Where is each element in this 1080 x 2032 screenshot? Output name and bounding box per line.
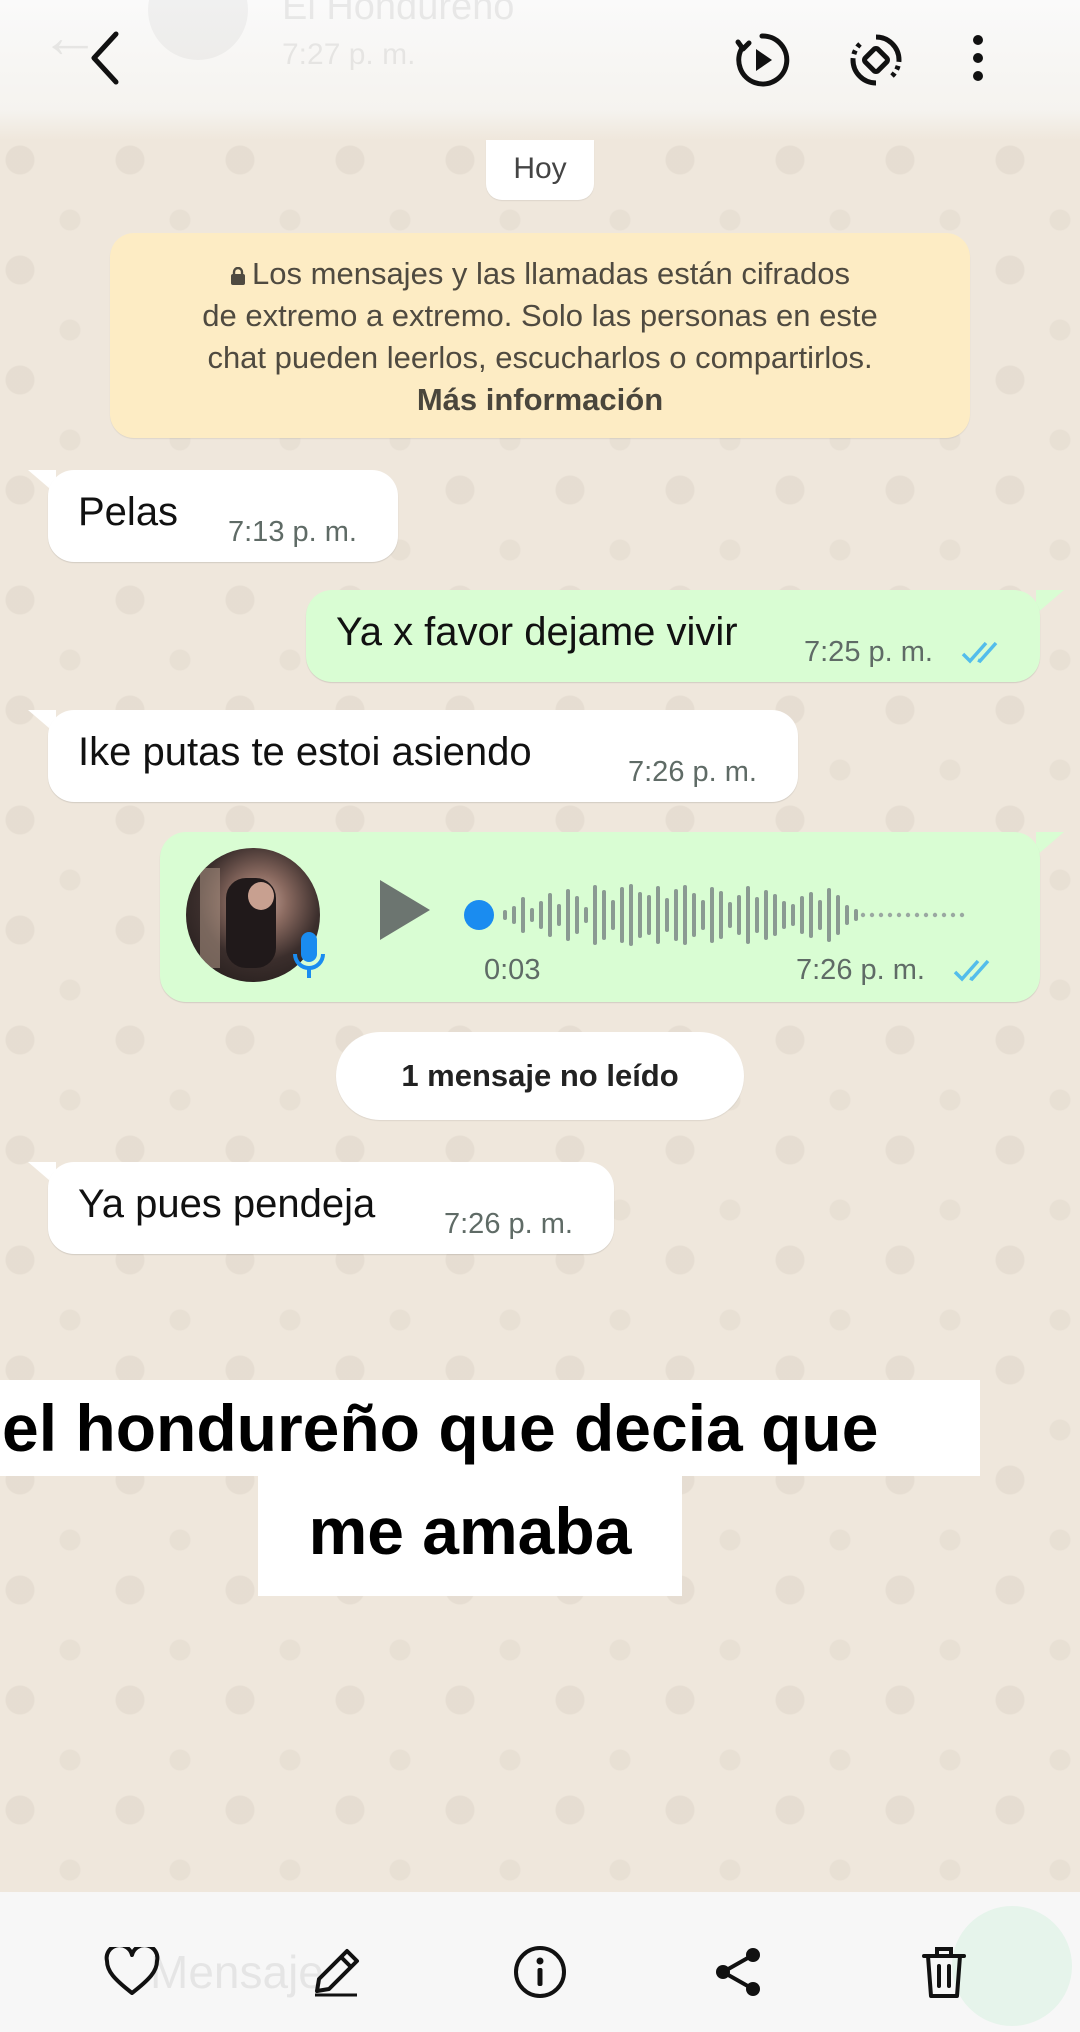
waveform-bar: [620, 887, 624, 943]
date-chip: Hoy: [486, 140, 594, 200]
info-icon[interactable]: [508, 1940, 572, 2004]
message-time: 7:25 p. m.: [804, 636, 933, 668]
waveform-bar: [584, 907, 588, 923]
caption-line-2: me amaba: [258, 1476, 682, 1596]
message-text: Ike putas te estoi asiendo: [78, 730, 532, 774]
waveform-bar: [818, 900, 822, 930]
composer-placeholder: Mensaje: [150, 1946, 324, 1998]
waveform-bar: [674, 889, 678, 941]
message-time: 7:13 p. m.: [228, 516, 357, 548]
message-time: 7:26 p. m.: [444, 1208, 573, 1240]
more-vert-icon[interactable]: [958, 26, 998, 90]
waveform-bar: [764, 890, 768, 940]
waveform[interactable]: [463, 880, 1003, 955]
share-icon[interactable]: [706, 1940, 770, 2004]
waveform-bar: [710, 887, 714, 943]
last-seen: 7:27 p. m.: [282, 38, 416, 71]
read-ticks-icon: [960, 638, 1006, 671]
waveform-bar: [503, 910, 507, 920]
waveform-bar: [845, 905, 849, 925]
waveform-dot: [896, 912, 902, 918]
waveform-bar: [755, 897, 759, 933]
waveform-dot: [932, 912, 938, 918]
read-ticks-icon: [952, 956, 998, 989]
waveform-bar: [611, 900, 615, 930]
waveform-dot: [923, 912, 929, 918]
waveform-bar: [638, 892, 642, 938]
caption-line-1: el hondureño que decia que: [0, 1380, 980, 1476]
waveform-dot: [914, 912, 920, 918]
waveform-bar: [602, 890, 606, 940]
waveform-bar: [746, 886, 750, 944]
mic-icon: [292, 930, 326, 987]
waveform-bar: [854, 909, 858, 921]
waveform-bar: [557, 904, 561, 926]
waveform-bar: [530, 908, 534, 922]
waveform-bar: [629, 884, 633, 946]
notice-line-2: de extremo a extremo. Solo las personas …: [202, 298, 878, 333]
waveform-dot: [959, 912, 965, 918]
voice-duration: 0:03: [484, 954, 541, 986]
message-time: 7:26 p. m.: [628, 756, 757, 788]
notice-line-1: Los mensajes y las llamadas están cifrad…: [140, 253, 940, 295]
waveform-bar: [773, 894, 777, 936]
waveform-bar: [593, 885, 597, 945]
incoming-message[interactable]: Ya pues pendeja 7:26 p. m.: [48, 1162, 614, 1254]
encryption-notice[interactable]: Los mensajes y las llamadas están cifrad…: [110, 233, 970, 438]
waveform-bar: [728, 902, 732, 928]
waveform-bar: [575, 896, 579, 934]
sync-icon[interactable]: [844, 28, 908, 92]
waveform-dot: [860, 912, 866, 918]
waveform-bar: [512, 906, 516, 924]
playhead-dot[interactable]: [464, 900, 494, 930]
back-arrow-icon[interactable]: [76, 28, 136, 88]
waveform-dot: [950, 912, 956, 918]
bubble-tail: [1036, 590, 1064, 614]
message-time: 7:26 p. m.: [796, 954, 925, 986]
waveform-bar: [782, 901, 786, 929]
waveform-bar: [827, 888, 831, 942]
waveform-bar: [800, 896, 804, 934]
pencil-icon[interactable]: [304, 1940, 368, 2004]
waveform-bar: [521, 897, 525, 933]
ghost-contact-avatar: [148, 0, 248, 60]
waveform-dot: [941, 912, 947, 918]
heart-icon[interactable]: [100, 1940, 164, 2004]
waveform-bar: [719, 891, 723, 939]
waveform-bar: [836, 895, 840, 935]
trash-icon[interactable]: [912, 1940, 976, 2004]
lock-icon: [230, 254, 246, 285]
play-icon[interactable]: [376, 878, 432, 947]
more-info-link[interactable]: Más información: [140, 379, 940, 421]
waveform-dot: [905, 912, 911, 918]
incoming-message[interactable]: Ike putas te estoi asiendo 7:26 p. m.: [48, 710, 798, 802]
message-text: Ya pues pendeja: [78, 1182, 376, 1226]
incoming-message[interactable]: Pelas 7:13 p. m.: [48, 470, 398, 562]
waveform-bar: [647, 895, 651, 935]
voice-message[interactable]: 0:03 7:26 p. m.: [160, 832, 1040, 1002]
waveform-dot: [878, 912, 884, 918]
bubble-tail: [1036, 832, 1064, 856]
waveform-bar: [809, 892, 813, 938]
waveform-dot: [869, 912, 875, 918]
waveform-bar: [683, 885, 687, 945]
contact-name: El Hondureño: [282, 0, 515, 28]
notice-line-3: chat pueden leerlos, escucharlos o compa…: [207, 340, 873, 375]
unread-messages-chip: 1 mensaje no leído: [336, 1032, 744, 1120]
waveform-bar: [701, 900, 705, 930]
video-play-icon[interactable]: [730, 28, 794, 92]
waveform-bar: [665, 898, 669, 932]
message-text: Ya x favor dejame vivir: [336, 610, 738, 654]
outgoing-message[interactable]: Ya x favor dejame vivir 7:25 p. m.: [306, 590, 1040, 682]
message-text: Pelas: [78, 490, 179, 534]
waveform-bar: [548, 893, 552, 937]
waveform-bar: [692, 893, 696, 937]
waveform-bar: [791, 904, 795, 926]
waveform-bar: [656, 886, 660, 944]
waveform-bar: [539, 901, 543, 929]
waveform-bar: [737, 895, 741, 935]
top-bar: ← El Hondureño 7:27 p. m.: [0, 0, 1080, 140]
waveform-dot: [887, 912, 893, 918]
waveform-bar: [566, 889, 570, 941]
